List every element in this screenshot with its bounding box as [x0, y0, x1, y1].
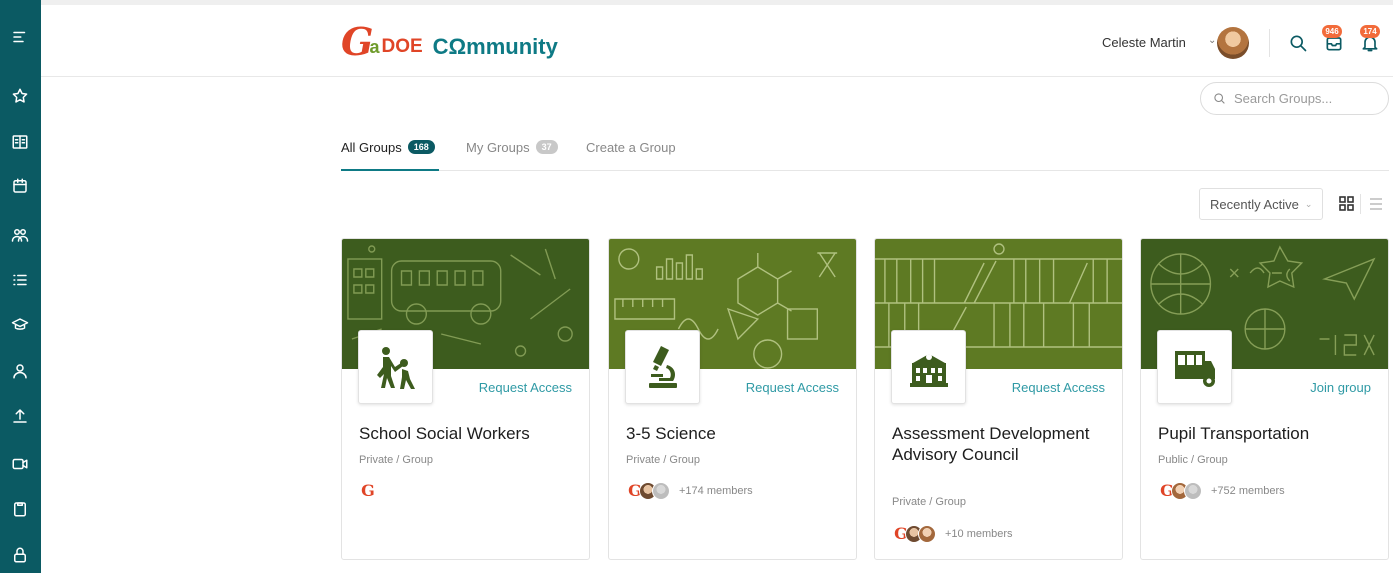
- sidebar: [0, 0, 41, 573]
- request-access-link[interactable]: Request Access: [1012, 380, 1105, 395]
- list-view-icon[interactable]: [1367, 195, 1385, 213]
- logo-a: a: [369, 37, 380, 57]
- group-title[interactable]: Assessment Development Advisory Council: [892, 423, 1107, 465]
- group-avatar[interactable]: [625, 330, 700, 404]
- member-icon[interactable]: [8, 359, 32, 383]
- group-card[interactable]: Request Access Assessment Development Ad…: [874, 238, 1123, 560]
- header-divider: [1269, 29, 1270, 57]
- member-avatar: [1184, 482, 1202, 500]
- group-type: Private / Group: [892, 496, 966, 508]
- logo-doe: DOE: [381, 36, 423, 57]
- tab-label: Create a Group: [586, 139, 676, 155]
- active-tab-underline: [341, 169, 439, 171]
- video-icon[interactable]: [8, 452, 32, 476]
- search-box[interactable]: [1200, 82, 1389, 115]
- microscope-icon: [648, 346, 677, 388]
- member-avatars[interactable]: G +752 members: [1158, 482, 1285, 500]
- group-avatar[interactable]: [1157, 330, 1232, 404]
- chevron-down-icon: ⌄: [1304, 198, 1313, 209]
- request-access-link[interactable]: Request Access: [479, 380, 572, 395]
- school-building-icon: [909, 354, 948, 387]
- tab-create-group[interactable]: Create a Group: [586, 137, 676, 157]
- graduation-cap-icon[interactable]: [8, 313, 32, 337]
- menu-toggle-icon[interactable]: [8, 25, 32, 49]
- members-count: +10 members: [945, 528, 1013, 540]
- tab-count: 168: [407, 140, 435, 154]
- group-type: Private / Group: [359, 454, 433, 466]
- view-divider: [1360, 194, 1361, 214]
- member-avatars[interactable]: G: [359, 482, 377, 500]
- user-name[interactable]: Celeste Martin: [1102, 35, 1186, 50]
- search-input[interactable]: [1234, 91, 1374, 106]
- member-avatar: [652, 482, 670, 500]
- member-avatar: [918, 525, 936, 543]
- tab-count: 37: [535, 140, 558, 154]
- lock-icon[interactable]: [8, 543, 32, 567]
- group-card[interactable]: Request Access School Social Workers Pri…: [341, 238, 590, 560]
- star-icon[interactable]: [8, 84, 32, 108]
- group-type: Private / Group: [626, 454, 700, 466]
- tab-label: All Groups: [341, 139, 402, 155]
- group-card[interactable]: Request Access 3-5 Science Private / Gro…: [608, 238, 857, 560]
- list-icon[interactable]: [8, 268, 32, 292]
- tab-my-groups[interactable]: My Groups 37: [466, 137, 558, 157]
- notifications-badge: 174: [1360, 25, 1380, 38]
- join-group-link[interactable]: Join group: [1310, 380, 1371, 395]
- header: G a DOE CΩmmunity Celeste Martin ⌄ 946 1…: [41, 5, 1393, 77]
- group-tabs: All Groups 168 My Groups 37 Create a Gro…: [341, 133, 1389, 171]
- group-type: Public / Group: [1158, 454, 1228, 466]
- group-avatar[interactable]: [358, 330, 433, 404]
- member-avatars[interactable]: G +10 members: [892, 525, 1013, 543]
- group-card[interactable]: Join group Pupil Transportation Public /…: [1140, 238, 1389, 560]
- chevron-down-icon[interactable]: ⌄: [1208, 35, 1216, 46]
- group-title[interactable]: School Social Workers: [359, 423, 574, 444]
- search-icon[interactable]: [1288, 33, 1308, 53]
- site-logo[interactable]: G a DOE CΩmmunity: [341, 23, 558, 61]
- social-worker-icon: [376, 347, 415, 389]
- group-avatar[interactable]: [891, 330, 966, 404]
- tab-label: My Groups: [466, 139, 530, 155]
- group-title[interactable]: Pupil Transportation: [1158, 423, 1373, 444]
- search-icon: [1214, 93, 1225, 104]
- avatar[interactable]: [1217, 27, 1249, 59]
- bus-icon: [1174, 351, 1215, 387]
- members-count: +752 members: [1211, 485, 1285, 497]
- calendar-icon[interactable]: [8, 174, 32, 198]
- grid-view-icon[interactable]: [1338, 195, 1356, 213]
- tab-all-groups[interactable]: All Groups 168: [341, 137, 435, 157]
- sort-dropdown[interactable]: Recently Active ⌄: [1199, 188, 1323, 220]
- member-avatars[interactable]: G +174 members: [626, 482, 753, 500]
- request-access-link[interactable]: Request Access: [746, 380, 839, 395]
- book-icon[interactable]: [8, 130, 32, 154]
- groups-icon[interactable]: [8, 223, 32, 247]
- logo-avatar: G: [359, 482, 377, 500]
- sort-label: Recently Active: [1210, 196, 1299, 212]
- messages-badge: 946: [1322, 25, 1342, 38]
- group-title[interactable]: 3-5 Science: [626, 423, 841, 444]
- logo-community: CΩmmunity: [432, 34, 558, 59]
- members-count: +174 members: [679, 485, 753, 497]
- upload-icon[interactable]: [8, 404, 32, 428]
- clipboard-icon[interactable]: [8, 497, 32, 521]
